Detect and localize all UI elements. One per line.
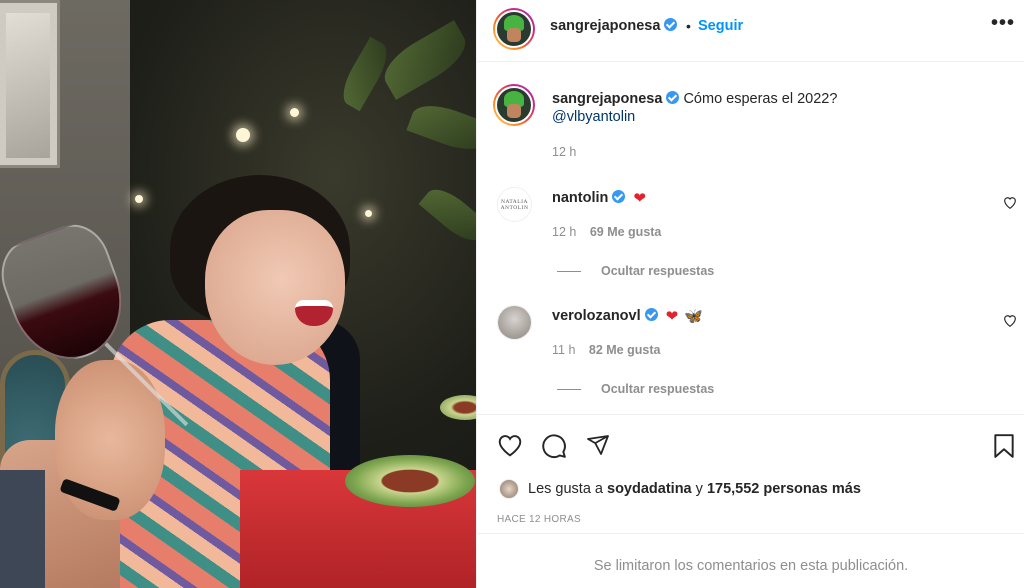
comments-limited-notice: Se limitaron los comentarios en esta pub… <box>593 558 909 574</box>
comment-meta: 12 h 69 Me gusta <box>552 225 661 239</box>
separator-dot: • <box>686 18 691 34</box>
natalia-antolin-logo: NATALIA ANTOLIN <box>498 188 531 221</box>
comment-time[interactable]: 11 h <box>552 343 575 357</box>
comment-likes[interactable]: 82 Me gusta <box>589 343 661 357</box>
photo-leaf <box>418 181 476 249</box>
like-comment-heart-icon[interactable] <box>1003 314 1017 330</box>
like-comment-heart-icon[interactable] <box>1003 196 1017 212</box>
author-avatar[interactable] <box>493 8 535 50</box>
save-bookmark-icon[interactable] <box>993 433 1015 464</box>
comment: nantolin ❤ <box>552 188 646 209</box>
caption-text: Cómo esperas el 2022? <box>683 91 838 107</box>
comment-likes[interactable]: 69 Me gusta <box>590 225 662 239</box>
comment-username[interactable]: verolozanovl <box>552 308 641 324</box>
verified-badge-icon <box>612 190 626 203</box>
author-username[interactable]: sangrejaponesa <box>550 18 678 34</box>
likes-connector: y <box>695 481 703 497</box>
photo-leaf <box>406 97 476 158</box>
red-heart-emoji: ❤ <box>633 190 646 207</box>
comment-meta: 11 h 82 Me gusta <box>552 343 660 357</box>
verified-badge-icon <box>644 308 658 321</box>
photo-sleeve <box>0 470 45 588</box>
likes-user[interactable]: soydadatina <box>607 481 692 497</box>
verified-badge-icon <box>666 91 680 104</box>
photo-light <box>365 210 372 217</box>
likes-summary: Les gusta a soydadatina y 175,552 person… <box>528 481 861 497</box>
caption-mention-link[interactable]: @vlbyantolin <box>552 109 635 125</box>
comment-time[interactable]: 12 h <box>552 225 576 239</box>
likes-prefix: Les gusta a <box>528 481 603 497</box>
photo-light <box>236 128 250 142</box>
comment-bubble-icon[interactable] <box>541 433 567 464</box>
verified-badge-icon <box>664 18 678 31</box>
comment-avatar-verolozanovl[interactable] <box>497 305 532 340</box>
photo-wall-frame <box>0 0 60 168</box>
author-username-text[interactable]: sangrejaponesa <box>550 18 660 34</box>
post-side-panel: sangrejaponesa • Seguir ••• sangrejapone… <box>476 0 1024 588</box>
post-photo[interactable] <box>0 0 476 588</box>
caption-author-avatar[interactable] <box>493 84 535 126</box>
replies-line <box>557 271 581 272</box>
caption: sangrejaponesa Cómo esperas el 2022? <box>552 89 837 109</box>
post-time-ago[interactable]: HACE 12 HORAS <box>497 514 581 525</box>
comment-avatar-nantolin[interactable]: NATALIA ANTOLIN <box>497 187 532 222</box>
butterfly-emoji: 🦋 <box>684 308 703 325</box>
photo-plate <box>440 395 476 420</box>
comment-username[interactable]: nantolin <box>552 190 608 206</box>
caption-author[interactable]: sangrejaponesa <box>552 91 662 107</box>
hide-replies-button[interactable]: Ocultar respuestas <box>601 382 714 396</box>
photo-face <box>205 210 345 365</box>
share-send-icon[interactable] <box>585 433 611 462</box>
follow-button[interactable]: Seguir <box>698 18 743 34</box>
comment: verolozanovl ❤ 🦋 <box>552 306 703 327</box>
likes-count[interactable]: 175,552 personas más <box>707 481 861 497</box>
hide-replies-button[interactable]: Ocultar respuestas <box>601 264 714 278</box>
comments-footer: Se limitaron los comentarios en esta pub… <box>477 533 1024 588</box>
more-options-icon[interactable]: ••• <box>991 12 1015 35</box>
likes-user-avatar[interactable] <box>499 479 519 499</box>
red-heart-emoji: ❤ <box>665 308 679 325</box>
like-heart-icon[interactable] <box>497 433 523 462</box>
photo-light <box>290 108 299 117</box>
photo-leaf <box>376 20 474 100</box>
caption-time[interactable]: 12 h <box>552 145 576 159</box>
photo-plate <box>345 455 475 507</box>
replies-line <box>557 389 581 390</box>
post-header: sangrejaponesa • Seguir ••• <box>477 0 1024 62</box>
photo-light <box>135 195 143 203</box>
